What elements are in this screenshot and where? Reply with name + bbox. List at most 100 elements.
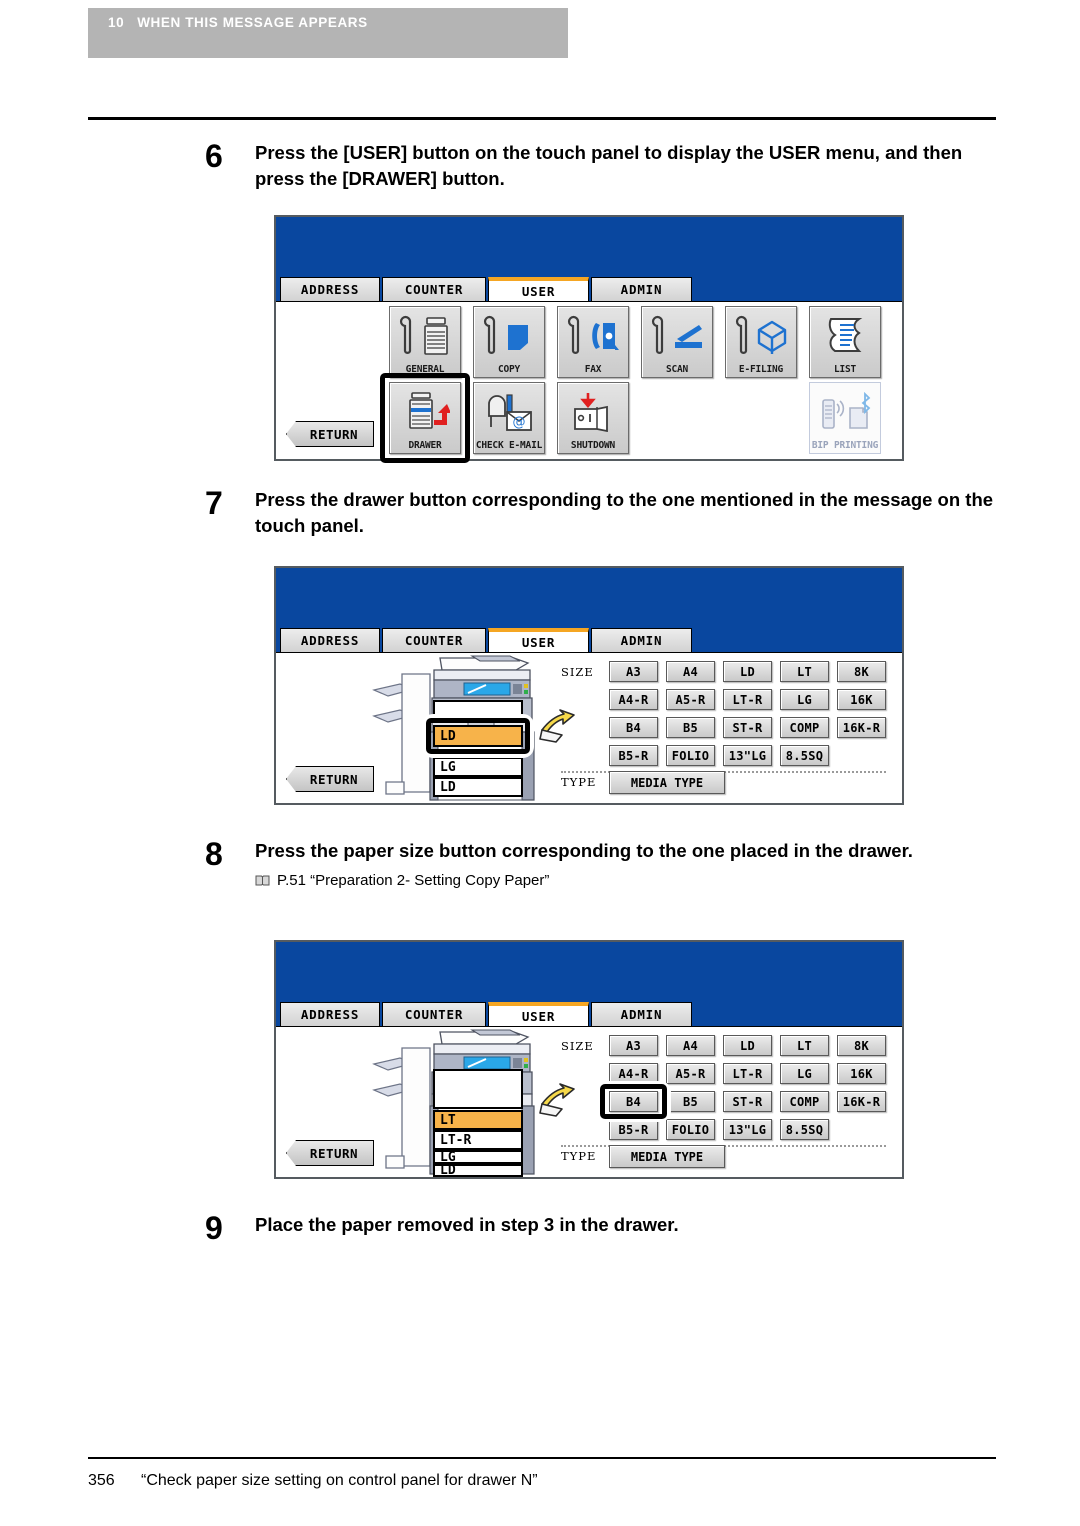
user-menu-label-copy: COPY <box>497 364 521 375</box>
size-button-folio[interactable]: FOLIO <box>666 1119 715 1140</box>
user-menu-label-shutdown: SHUTDOWN <box>570 440 616 451</box>
size-button-13lg[interactable]: 13"LG <box>723 745 772 766</box>
tab-address[interactable]: ADDRESS <box>280 277 380 301</box>
size-button-lg[interactable]: LG <box>780 1063 829 1084</box>
return-button[interactable]: RETURN <box>286 766 374 792</box>
size-button-lt[interactable]: LT <box>780 661 829 682</box>
user-menu-button-bip-printing: BIP PRINTING <box>809 382 881 454</box>
size-button-8k[interactable]: 8K <box>837 661 886 682</box>
size-button-comp[interactable]: COMP <box>780 1091 829 1112</box>
touch-panel-drawer-select: ADDRESS COUNTER USER ADMIN RETURN LD LG … <box>274 566 904 805</box>
size-button-b5[interactable]: B5 <box>666 717 715 738</box>
size-button-a4-r[interactable]: A4-R <box>609 689 658 710</box>
size-button-16k[interactable]: 16K <box>837 689 886 710</box>
user-menu-button-general[interactable]: GENERAL <box>389 306 461 378</box>
size-section-label: SIZE <box>561 665 594 679</box>
chapter-title: WHEN THIS MESSAGE APPEARS <box>137 15 368 30</box>
header-rule <box>88 117 996 120</box>
drawer-row-1[interactable]: LT <box>433 1110 523 1130</box>
step-7-number: 7 <box>205 485 223 521</box>
media-type-button[interactable]: MEDIA TYPE <box>609 771 725 794</box>
tab-admin[interactable]: ADMIN <box>591 1002 692 1026</box>
size-button-lt-r[interactable]: LT-R <box>723 1063 772 1084</box>
size-button-a5-r[interactable]: A5-R <box>666 689 715 710</box>
drawer-row-3[interactable]: LD <box>433 777 523 797</box>
size-button-a3[interactable]: A3 <box>609 661 658 682</box>
wrench-fax-icon <box>558 307 628 364</box>
size-button-a5-r[interactable]: A5-R <box>666 1063 715 1084</box>
size-button-b5-r[interactable]: B5-R <box>609 745 658 766</box>
size-button-85sq[interactable]: 8.5SQ <box>780 1119 829 1140</box>
user-menu-label-bip-printing: BIP PRINTING <box>811 440 879 451</box>
tab-user[interactable]: USER <box>488 1002 589 1026</box>
size-button-16k-r[interactable]: 16K-R <box>837 717 886 738</box>
user-menu-button-fax[interactable]: FAX <box>557 306 629 378</box>
size-button-lt[interactable]: LT <box>780 1035 829 1056</box>
panel-content-user-menu: RETURN GENERAL COPY FAX SCAN E-FILING LI… <box>276 301 902 463</box>
panel-header-bar <box>276 568 902 626</box>
shutdown-icon <box>558 383 628 440</box>
tab-admin[interactable]: ADMIN <box>591 277 692 301</box>
user-menu-label-check-email: CHECK E-MAIL <box>475 440 543 451</box>
user-menu-button-drawer[interactable]: DRAWER <box>389 382 461 454</box>
step-8-text: Press the paper size button correspondin… <box>255 840 913 861</box>
tab-counter[interactable]: COUNTER <box>382 1002 486 1026</box>
user-menu-button-scan[interactable]: SCAN <box>641 306 713 378</box>
size-button-8k[interactable]: 8K <box>837 1035 886 1056</box>
user-menu-button-efiling[interactable]: E-FILING <box>725 306 797 378</box>
tab-address[interactable]: ADDRESS <box>280 1002 380 1026</box>
drawer-slot-empty <box>433 700 523 720</box>
user-menu-button-shutdown[interactable]: SHUTDOWN <box>557 382 629 454</box>
size-button-16k-r[interactable]: 16K-R <box>837 1091 886 1112</box>
return-button[interactable]: RETURN <box>286 421 374 447</box>
size-button-lt-r[interactable]: LT-R <box>723 689 772 710</box>
tab-counter[interactable]: COUNTER <box>382 628 486 652</box>
step-7: 7 Press the drawer button corresponding … <box>205 487 1005 539</box>
size-button-b4[interactable]: B4 <box>609 717 658 738</box>
chapter-heading: 10 WHEN THIS MESSAGE APPEARS <box>108 15 368 30</box>
tab-address[interactable]: ADDRESS <box>280 628 380 652</box>
size-button-a4[interactable]: A4 <box>666 661 715 682</box>
size-button-85sq[interactable]: 8.5SQ <box>780 745 829 766</box>
user-menu-button-list[interactable]: LIST <box>809 306 881 378</box>
drawer-row-2[interactable]: LT-R <box>433 1130 523 1150</box>
step-9-number: 9 <box>205 1210 223 1246</box>
drawer-slot-empty <box>433 1069 523 1109</box>
wrench-scan-icon <box>642 307 712 364</box>
size-button-lg[interactable]: LG <box>780 689 829 710</box>
tab-user[interactable]: USER <box>488 628 589 652</box>
user-menu-button-copy[interactable]: COPY <box>473 306 545 378</box>
size-button-folio[interactable]: FOLIO <box>666 745 715 766</box>
size-button-st-r[interactable]: ST-R <box>723 1091 772 1112</box>
size-button-a3[interactable]: A3 <box>609 1035 658 1056</box>
step-6-text: Press the [USER] button on the touch pan… <box>255 142 963 189</box>
return-button[interactable]: RETURN <box>286 1140 374 1166</box>
wrench-copy-icon <box>474 307 544 364</box>
size-button-b5-r[interactable]: B5-R <box>609 1119 658 1140</box>
drawer-row-4[interactable]: LD <box>433 1163 523 1178</box>
drawer-row-3[interactable]: LG <box>433 1150 523 1165</box>
media-type-button[interactable]: MEDIA TYPE <box>609 1145 725 1168</box>
tab-user[interactable]: USER <box>488 277 589 301</box>
size-button-comp[interactable]: COMP <box>780 717 829 738</box>
svg-text:@: @ <box>513 415 526 430</box>
size-button-b5[interactable]: B5 <box>666 1091 715 1112</box>
size-button-st-r[interactable]: ST-R <box>723 717 772 738</box>
user-menu-button-check-email[interactable]: @ CHECK E-MAIL <box>473 382 545 454</box>
tab-admin[interactable]: ADMIN <box>591 628 692 652</box>
hand-pointer-icon <box>539 1083 575 1117</box>
drawer-row-2[interactable]: LG <box>433 757 523 777</box>
size-button-a4[interactable]: A4 <box>666 1035 715 1056</box>
size-button-a4-r[interactable]: A4-R <box>609 1063 658 1084</box>
list-page-icon <box>810 307 880 364</box>
tab-counter[interactable]: COUNTER <box>382 277 486 301</box>
size-button-b4[interactable]: B4 <box>609 1091 658 1112</box>
size-button-13lg[interactable]: 13"LG <box>723 1119 772 1140</box>
size-button-ld[interactable]: LD <box>723 1035 772 1056</box>
size-button-ld[interactable]: LD <box>723 661 772 682</box>
user-menu-label-fax: FAX <box>584 364 602 375</box>
drawer-icon <box>390 383 460 440</box>
drawer-row-1[interactable]: LD <box>433 725 523 747</box>
step-8-number: 8 <box>205 836 223 872</box>
size-button-16k[interactable]: 16K <box>837 1063 886 1084</box>
